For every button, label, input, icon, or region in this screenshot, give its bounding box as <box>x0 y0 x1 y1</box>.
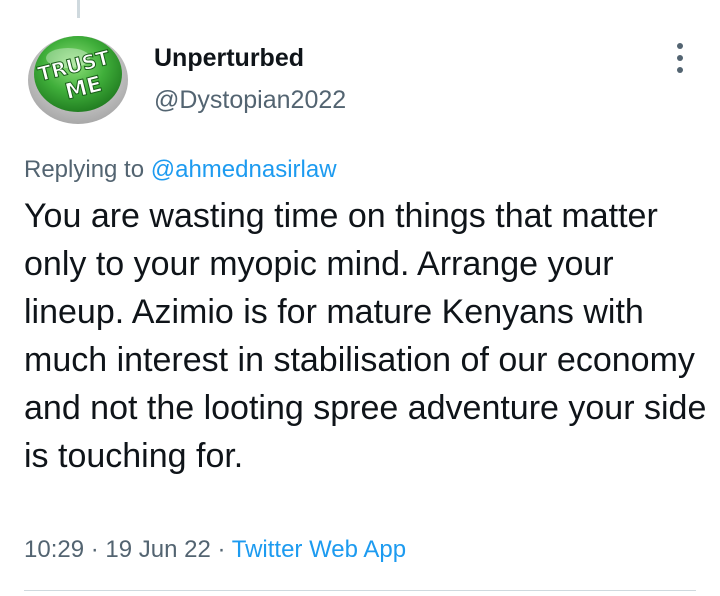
reply-mention-link[interactable]: @ahmednasirlaw <box>151 156 337 183</box>
tweet-source-app[interactable]: Twitter Web App <box>232 536 406 563</box>
more-dot <box>677 67 683 73</box>
replying-prefix: Replying to <box>24 156 145 183</box>
more-dot <box>677 55 683 61</box>
author-handle[interactable]: @Dystopian2022 <box>154 86 346 115</box>
tweet-text: You are wasting time on things that matt… <box>24 197 707 475</box>
replying-to-line: Replying to @ahmednasirlaw <box>24 156 337 184</box>
more-vertical-icon[interactable] <box>668 40 692 76</box>
divider <box>24 590 696 591</box>
tweet-time[interactable]: 10:29 <box>24 536 84 563</box>
meta-separator: · <box>90 536 99 563</box>
more-dot <box>677 43 683 49</box>
thread-connector-line <box>77 0 80 18</box>
tweet-date[interactable]: 19 Jun 22 <box>105 536 210 563</box>
meta-separator: · <box>217 536 226 563</box>
avatar[interactable]: TRUST ME <box>22 20 134 132</box>
tweet-metadata: 10:29 · 19 Jun 22 · Twitter Web App <box>24 536 406 564</box>
author-display-name[interactable]: Unperturbed <box>154 44 304 73</box>
trust-me-button-logo: TRUST ME <box>22 20 134 132</box>
